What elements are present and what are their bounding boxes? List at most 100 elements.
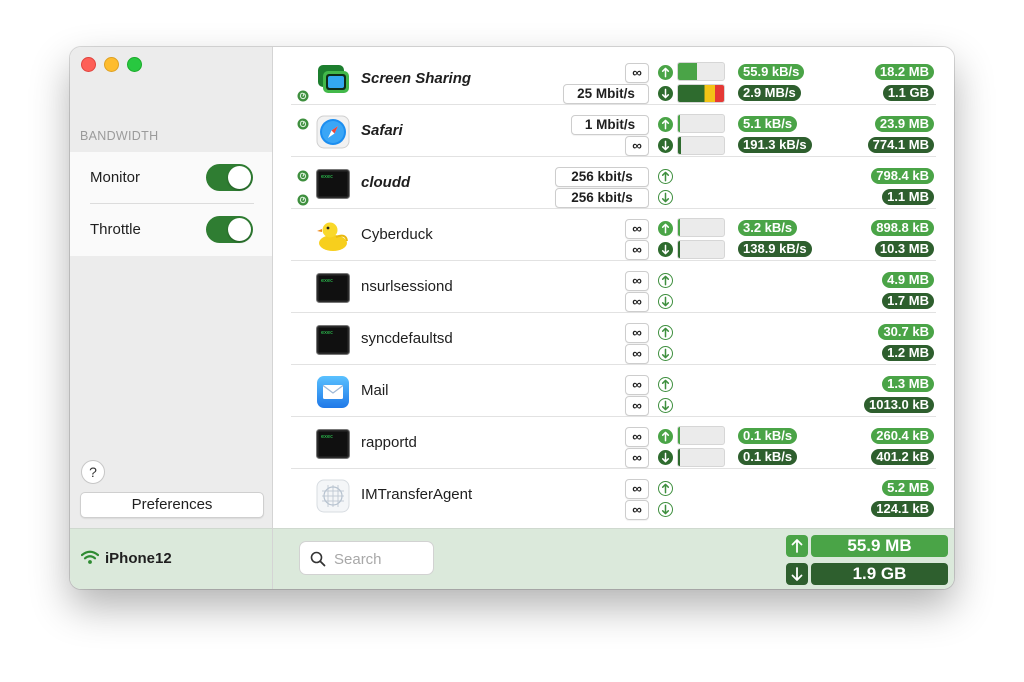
process-row[interactable]: exec syncdefaultsd ∞ ∞ 30.7 kB 1.2 MB bbox=[273, 313, 954, 365]
app-name: rapportd bbox=[361, 434, 417, 451]
search-input[interactable] bbox=[332, 549, 431, 569]
svg-text:exec: exec bbox=[321, 330, 333, 336]
svg-text:exec: exec bbox=[321, 174, 333, 180]
minimize-window-button[interactable] bbox=[104, 57, 119, 72]
upload-limit-button[interactable]: ∞ bbox=[625, 271, 649, 291]
download-limit-button[interactable]: ∞ bbox=[625, 500, 649, 520]
download-total: 10.3 MB bbox=[874, 241, 934, 257]
download-arrow-icon bbox=[658, 138, 673, 153]
monitor-toggle[interactable] bbox=[206, 164, 253, 191]
download-meter bbox=[677, 240, 725, 259]
app-name: Mail bbox=[361, 382, 389, 399]
throttle-label: Throttle bbox=[90, 221, 141, 238]
upload-limit-button[interactable]: ∞ bbox=[625, 375, 649, 395]
safari-icon bbox=[316, 115, 350, 149]
zoom-window-button[interactable] bbox=[127, 57, 142, 72]
throttle-toggle[interactable] bbox=[206, 216, 253, 243]
app-window: BANDWIDTH Monitor Throttle ? Preferences… bbox=[70, 47, 954, 589]
process-row[interactable]: Screen Sharing ∞ 25 Mbit/s 55.9 kB/s 2.9 MB/… bbox=[273, 53, 954, 105]
total-upload-icon bbox=[786, 535, 808, 557]
download-arrow-icon bbox=[658, 502, 673, 517]
download-rate: 138.9 kB/s bbox=[738, 241, 812, 257]
upload-limit-button[interactable]: ∞ bbox=[625, 63, 649, 83]
window-controls bbox=[81, 57, 142, 72]
app-name: nsurlsessiond bbox=[361, 278, 453, 295]
process-row[interactable]: exec nsurlsessiond ∞ ∞ 4.9 MB 1.7 MB bbox=[273, 261, 954, 313]
help-button[interactable]: ? bbox=[81, 460, 105, 484]
toggle-knob bbox=[228, 166, 251, 189]
download-meter bbox=[677, 136, 725, 155]
download-arrow-icon bbox=[658, 398, 673, 413]
mail-icon bbox=[316, 375, 350, 409]
download-total: 774.1 MB bbox=[867, 137, 934, 153]
download-arrow-icon bbox=[658, 190, 673, 205]
device-name: iPhone12 bbox=[105, 550, 172, 567]
download-arrow-icon bbox=[658, 346, 673, 361]
snail-icon bbox=[297, 117, 309, 130]
preferences-button[interactable]: Preferences bbox=[80, 492, 264, 518]
process-row[interactable]: Mail ∞ ∞ 1.3 MB 1013.0 kB bbox=[273, 365, 954, 417]
upload-meter bbox=[677, 114, 725, 133]
meter-fill bbox=[678, 449, 680, 466]
process-row[interactable]: Cyberduck ∞ ∞ 3.2 kB/s 138.9 kB/s 898.8 kB 10.… bbox=[273, 209, 954, 261]
terminal-exec-icon: exec bbox=[316, 323, 350, 357]
download-limit-button[interactable]: 256 kbit/s bbox=[555, 188, 649, 208]
download-limit-button[interactable]: ∞ bbox=[625, 240, 649, 260]
download-total: 401.2 kB bbox=[871, 449, 934, 465]
svg-text:exec: exec bbox=[321, 434, 333, 440]
total-download-value: 1.9 GB bbox=[811, 563, 948, 585]
upload-total: 1.3 MB bbox=[882, 376, 934, 392]
app-name: IMTransferAgent bbox=[361, 486, 473, 503]
sidebar: BANDWIDTH Monitor Throttle ? Preferences… bbox=[70, 47, 273, 589]
upload-limit-button[interactable]: ∞ bbox=[625, 479, 649, 499]
process-row[interactable]: IMTransferAgent ∞ ∞ 5.2 MB 124.1 kB bbox=[273, 469, 954, 521]
upload-arrow-icon bbox=[658, 429, 673, 444]
download-limit-button[interactable]: ∞ bbox=[625, 448, 649, 468]
search-icon bbox=[310, 551, 326, 567]
upload-rate: 5.1 kB/s bbox=[738, 116, 798, 132]
upload-arrow-icon bbox=[658, 169, 673, 184]
download-total: 1013.0 kB bbox=[864, 397, 934, 413]
cyberduck-icon bbox=[316, 219, 350, 253]
total-upload-value: 55.9 MB bbox=[811, 535, 948, 557]
upload-arrow-icon bbox=[658, 377, 673, 392]
download-limit-button[interactable]: ∞ bbox=[625, 344, 649, 364]
upload-arrow-icon bbox=[658, 65, 673, 80]
download-total: 1.2 MB bbox=[882, 345, 934, 361]
download-meter bbox=[677, 448, 725, 467]
search-field[interactable] bbox=[299, 541, 434, 575]
meter-fill bbox=[678, 63, 698, 80]
download-arrow-icon bbox=[658, 294, 673, 309]
download-arrow-icon bbox=[658, 86, 673, 101]
device-selector[interactable]: iPhone12 bbox=[70, 528, 272, 589]
process-row[interactable]: exec rapportd ∞ ∞ 0.1 kB/s 0.1 kB/s 260.4 kB 40… bbox=[273, 417, 954, 469]
upload-arrow-icon bbox=[658, 325, 673, 340]
download-limit-button[interactable]: ∞ bbox=[625, 292, 649, 312]
upload-limit-button[interactable]: ∞ bbox=[625, 219, 649, 239]
upload-total: 18.2 MB bbox=[874, 64, 934, 80]
upload-total: 23.9 MB bbox=[874, 116, 934, 132]
process-row[interactable]: exec cloudd 256 kbit/s 256 kbit/s 798.4 kB 1.… bbox=[273, 157, 954, 209]
upload-meter bbox=[677, 62, 725, 81]
meter-fill bbox=[678, 85, 724, 102]
download-meter bbox=[677, 84, 725, 103]
download-limit-button[interactable]: ∞ bbox=[625, 136, 649, 156]
close-window-button[interactable] bbox=[81, 57, 96, 72]
upload-limit-button[interactable]: ∞ bbox=[625, 427, 649, 447]
meter-fill bbox=[678, 427, 680, 444]
download-rate: 0.1 kB/s bbox=[738, 449, 798, 465]
terminal-exec-icon: exec bbox=[316, 167, 350, 201]
download-limit-button[interactable]: ∞ bbox=[625, 396, 649, 416]
snail-icon bbox=[297, 193, 309, 206]
download-total: 124.1 kB bbox=[871, 501, 934, 517]
upload-limit-button[interactable]: 256 kbit/s bbox=[555, 167, 649, 187]
upload-limit-button[interactable]: 1 Mbit/s bbox=[571, 115, 649, 135]
footer-bar: 55.9 MB 1.9 GB bbox=[273, 528, 954, 589]
meter-fill bbox=[678, 219, 680, 236]
process-row[interactable]: Safari 1 Mbit/s ∞ 5.1 kB/s 191.3 kB/s 23.9 MB… bbox=[273, 105, 954, 157]
download-total: 1.7 MB bbox=[882, 293, 934, 309]
meter-fill bbox=[678, 241, 681, 258]
terminal-exec-icon: exec bbox=[316, 271, 350, 305]
download-limit-button[interactable]: 25 Mbit/s bbox=[563, 84, 649, 104]
upload-limit-button[interactable]: ∞ bbox=[625, 323, 649, 343]
